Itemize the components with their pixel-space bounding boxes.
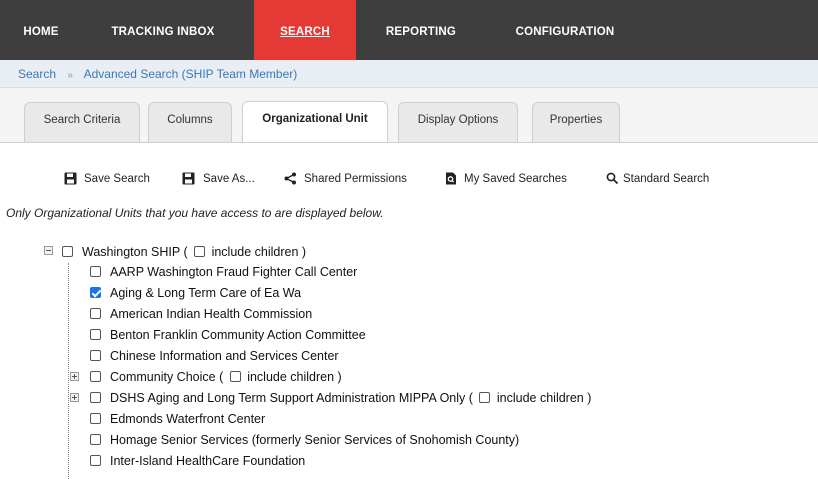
tree-row: Aging & Long Term Care of Ea Wa <box>90 284 690 302</box>
include-children-checkbox[interactable] <box>229 371 241 382</box>
tree-row: Community Choice ( include children ) <box>90 368 690 386</box>
tree-row: DSHS Aging and Long Term Support Adminis… <box>90 389 810 407</box>
include-children-label: include children ) <box>496 391 592 405</box>
include-children-label: include children ) <box>247 370 342 384</box>
org-label: American Indian Health Commission <box>110 307 313 321</box>
org-checkbox[interactable] <box>62 246 73 257</box>
expand-toggle-icon[interactable] <box>70 393 79 402</box>
include-children-checkbox[interactable] <box>479 392 491 403</box>
org-checkbox[interactable] <box>90 329 101 340</box>
org-unit-tree: Washington SHIP ( include children ) AAR… <box>0 0 818 479</box>
expand-toggle-icon[interactable] <box>70 372 79 381</box>
tree-row: American Indian Health Commission <box>90 305 690 323</box>
tree-row: Chinese Information and Services Center <box>90 347 690 365</box>
org-checkbox[interactable] <box>90 287 101 298</box>
org-label: Edmonds Waterfront Center <box>110 412 266 426</box>
org-label: Aging & Long Term Care of Ea Wa <box>110 286 302 300</box>
org-checkbox[interactable] <box>90 308 101 319</box>
collapse-toggle-icon[interactable] <box>44 246 53 255</box>
org-label: DSHS Aging and Long Term Support Adminis… <box>110 391 473 405</box>
org-label: Community Choice ( <box>110 370 224 384</box>
org-label: Chinese Information and Services Center <box>110 349 339 363</box>
tree-connector-line <box>68 263 69 479</box>
tree-row: AARP Washington Fraud Fighter Call Cente… <box>90 263 690 281</box>
org-label: Benton Franklin Community Action Committ… <box>110 328 366 342</box>
org-label: Homage Senior Services (formerly Senior … <box>110 433 520 447</box>
include-children-checkbox[interactable] <box>194 246 206 257</box>
tree-row: Inter-Island HealthCare Foundation <box>90 452 690 470</box>
org-checkbox[interactable] <box>90 350 101 361</box>
org-label: Inter-Island HealthCare Foundation <box>110 454 306 468</box>
tree-row: Homage Senior Services (formerly Senior … <box>90 431 810 449</box>
include-children-label: include children ) <box>211 245 307 259</box>
org-checkbox[interactable] <box>90 392 101 403</box>
org-checkbox[interactable] <box>90 371 101 382</box>
org-label: AARP Washington Fraud Fighter Call Cente… <box>110 265 358 279</box>
tree-row: Edmonds Waterfront Center <box>90 410 690 428</box>
org-checkbox[interactable] <box>90 413 101 424</box>
org-label: Washington SHIP ( <box>82 245 188 259</box>
tree-row: Benton Franklin Community Action Committ… <box>90 326 690 344</box>
org-checkbox[interactable] <box>90 455 101 466</box>
org-checkbox[interactable] <box>90 434 101 445</box>
tree-root-row: Washington SHIP ( include children ) <box>62 243 462 261</box>
org-checkbox[interactable] <box>90 266 101 277</box>
